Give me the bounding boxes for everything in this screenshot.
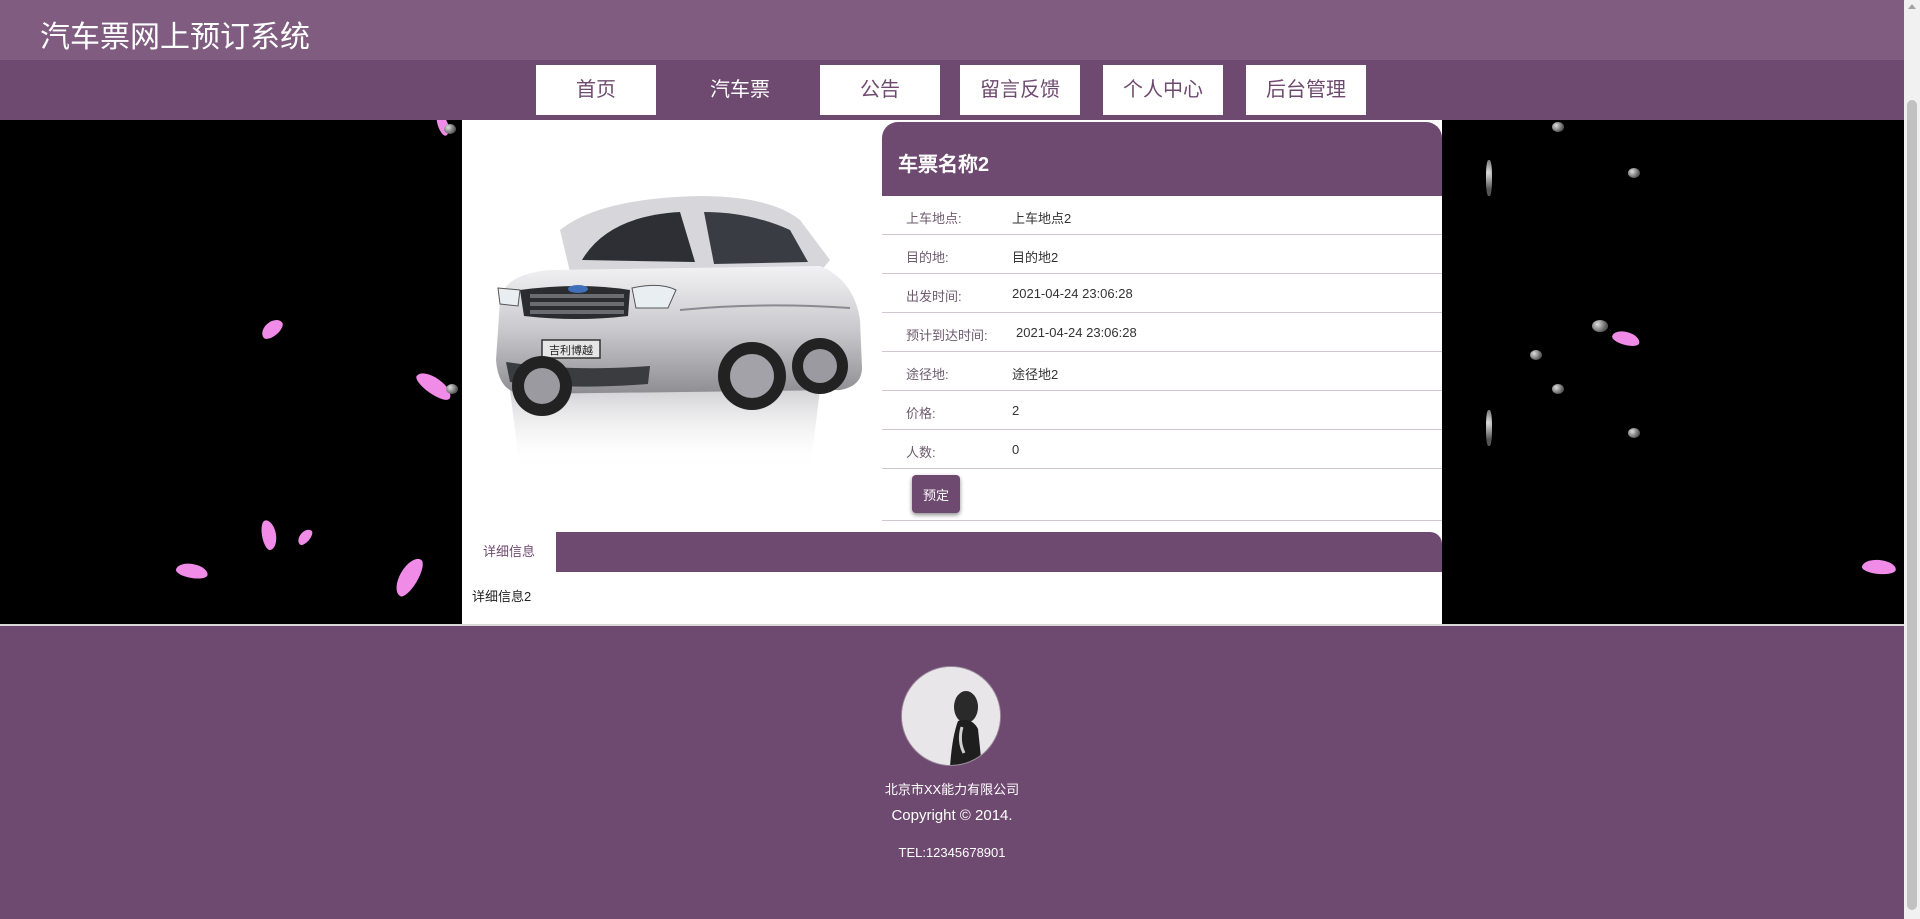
ticket-info-panel: 车票名称2 上车地点: 上车地点2 目的地: 目的地2 出发时间: 2021-0… <box>882 122 1442 521</box>
water-drop-decoration <box>1530 350 1542 360</box>
petal-decoration <box>295 526 315 548</box>
nav-item-personal-center[interactable]: 个人中心 <box>1103 65 1223 115</box>
site-title: 汽车票网上预订系统 <box>40 21 310 54</box>
book-button[interactable]: 预定 <box>912 475 960 513</box>
petal-decoration <box>390 554 428 600</box>
water-drop-decoration <box>1628 168 1640 178</box>
field-value: 2021-04-24 23:06:28 <box>1016 325 1137 340</box>
nav-item-feedback[interactable]: 留言反馈 <box>960 65 1080 115</box>
nav-item-bus-tickets[interactable]: 汽车票 <box>680 65 800 115</box>
book-row: 预定 <box>882 469 1442 521</box>
field-row-destination: 目的地: 目的地2 <box>882 235 1442 274</box>
car-badge-text: 吉利博越 <box>549 343 593 357</box>
field-label: 人数: <box>906 445 936 460</box>
ticket-detail-content: 吉利博越 车票名称2 上车地点: 上车地点2 目的地: 目的地2 出发时间: 2… <box>462 120 1442 624</box>
field-label: 目的地: <box>906 250 949 265</box>
nav-item-home[interactable]: 首页 <box>536 65 656 115</box>
left-petal-background <box>0 120 462 624</box>
water-drop-decoration <box>1552 384 1564 394</box>
avatar-photo <box>902 667 1000 765</box>
right-petal-background <box>1442 120 1904 624</box>
ticket-image: 吉利博越 <box>490 190 866 482</box>
footer: 北京市XX能力有限公司 Copyright © 2014. TEL:123456… <box>0 626 1904 919</box>
main-nav: 首页 汽车票 公告 留言反馈 个人中心 后台管理 <box>0 60 1904 120</box>
field-label: 价格: <box>906 406 936 421</box>
field-value: 途径地2 <box>1012 367 1059 382</box>
field-label: 上车地点: <box>906 211 962 226</box>
field-row-arrival-time: 预计到达时间: 2021-04-24 23:06:28 <box>882 313 1442 352</box>
field-value: 上车地点2 <box>1012 211 1072 226</box>
footer-copyright: Copyright © 2014. <box>891 807 1013 824</box>
ticket-name: 车票名称2 <box>882 122 1442 196</box>
avatar <box>901 666 1001 766</box>
field-value: 2021-04-24 23:06:28 <box>1012 286 1133 301</box>
petal-decoration <box>1861 558 1897 576</box>
field-row-departure-time: 出发时间: 2021-04-24 23:06:28 <box>882 274 1442 313</box>
detail-tab-bar: 详细信息 <box>462 532 1442 572</box>
water-drop-decoration <box>1486 410 1492 446</box>
petal-decoration <box>259 519 279 551</box>
field-row-passengers: 人数: 0 <box>882 430 1442 469</box>
field-label: 出发时间: <box>906 289 962 304</box>
footer-company: 北京市XX能力有限公司 <box>884 782 1020 797</box>
field-row-boarding-point: 上车地点: 上车地点2 <box>882 196 1442 235</box>
field-value: 2 <box>1012 403 1020 418</box>
water-drop-decoration <box>446 384 458 394</box>
page-scrollbar[interactable] <box>1904 0 1920 919</box>
water-drop-decoration <box>444 124 456 134</box>
field-label: 途径地: <box>906 367 949 382</box>
water-drop-decoration <box>1592 320 1608 332</box>
tab-details[interactable]: 详细信息 <box>462 532 556 572</box>
top-header: 汽车票网上预订系统 <box>0 0 1904 60</box>
field-label: 预计到达时间: <box>906 328 988 343</box>
car-image: 吉利博越 <box>496 196 862 470</box>
footer-tel: TEL:12345678901 <box>898 845 1006 860</box>
field-row-price: 价格: 2 <box>882 391 1442 430</box>
field-value: 0 <box>1012 442 1020 457</box>
field-row-via: 途径地: 途径地2 <box>882 352 1442 391</box>
water-drop-decoration <box>1628 428 1640 438</box>
water-drop-decoration <box>1486 160 1492 196</box>
petal-decoration <box>1610 328 1642 349</box>
scroll-up-arrow-icon[interactable] <box>1908 4 1916 9</box>
detail-text: 详细信息2 <box>472 589 532 604</box>
water-drop-decoration <box>1552 122 1564 132</box>
nav-item-announcements[interactable]: 公告 <box>820 65 940 115</box>
nav-item-admin[interactable]: 后台管理 <box>1246 65 1366 115</box>
field-value: 目的地2 <box>1012 250 1059 265</box>
petal-decoration <box>175 561 209 581</box>
scrollbar-thumb[interactable] <box>1907 100 1917 910</box>
petal-decoration <box>258 315 286 343</box>
